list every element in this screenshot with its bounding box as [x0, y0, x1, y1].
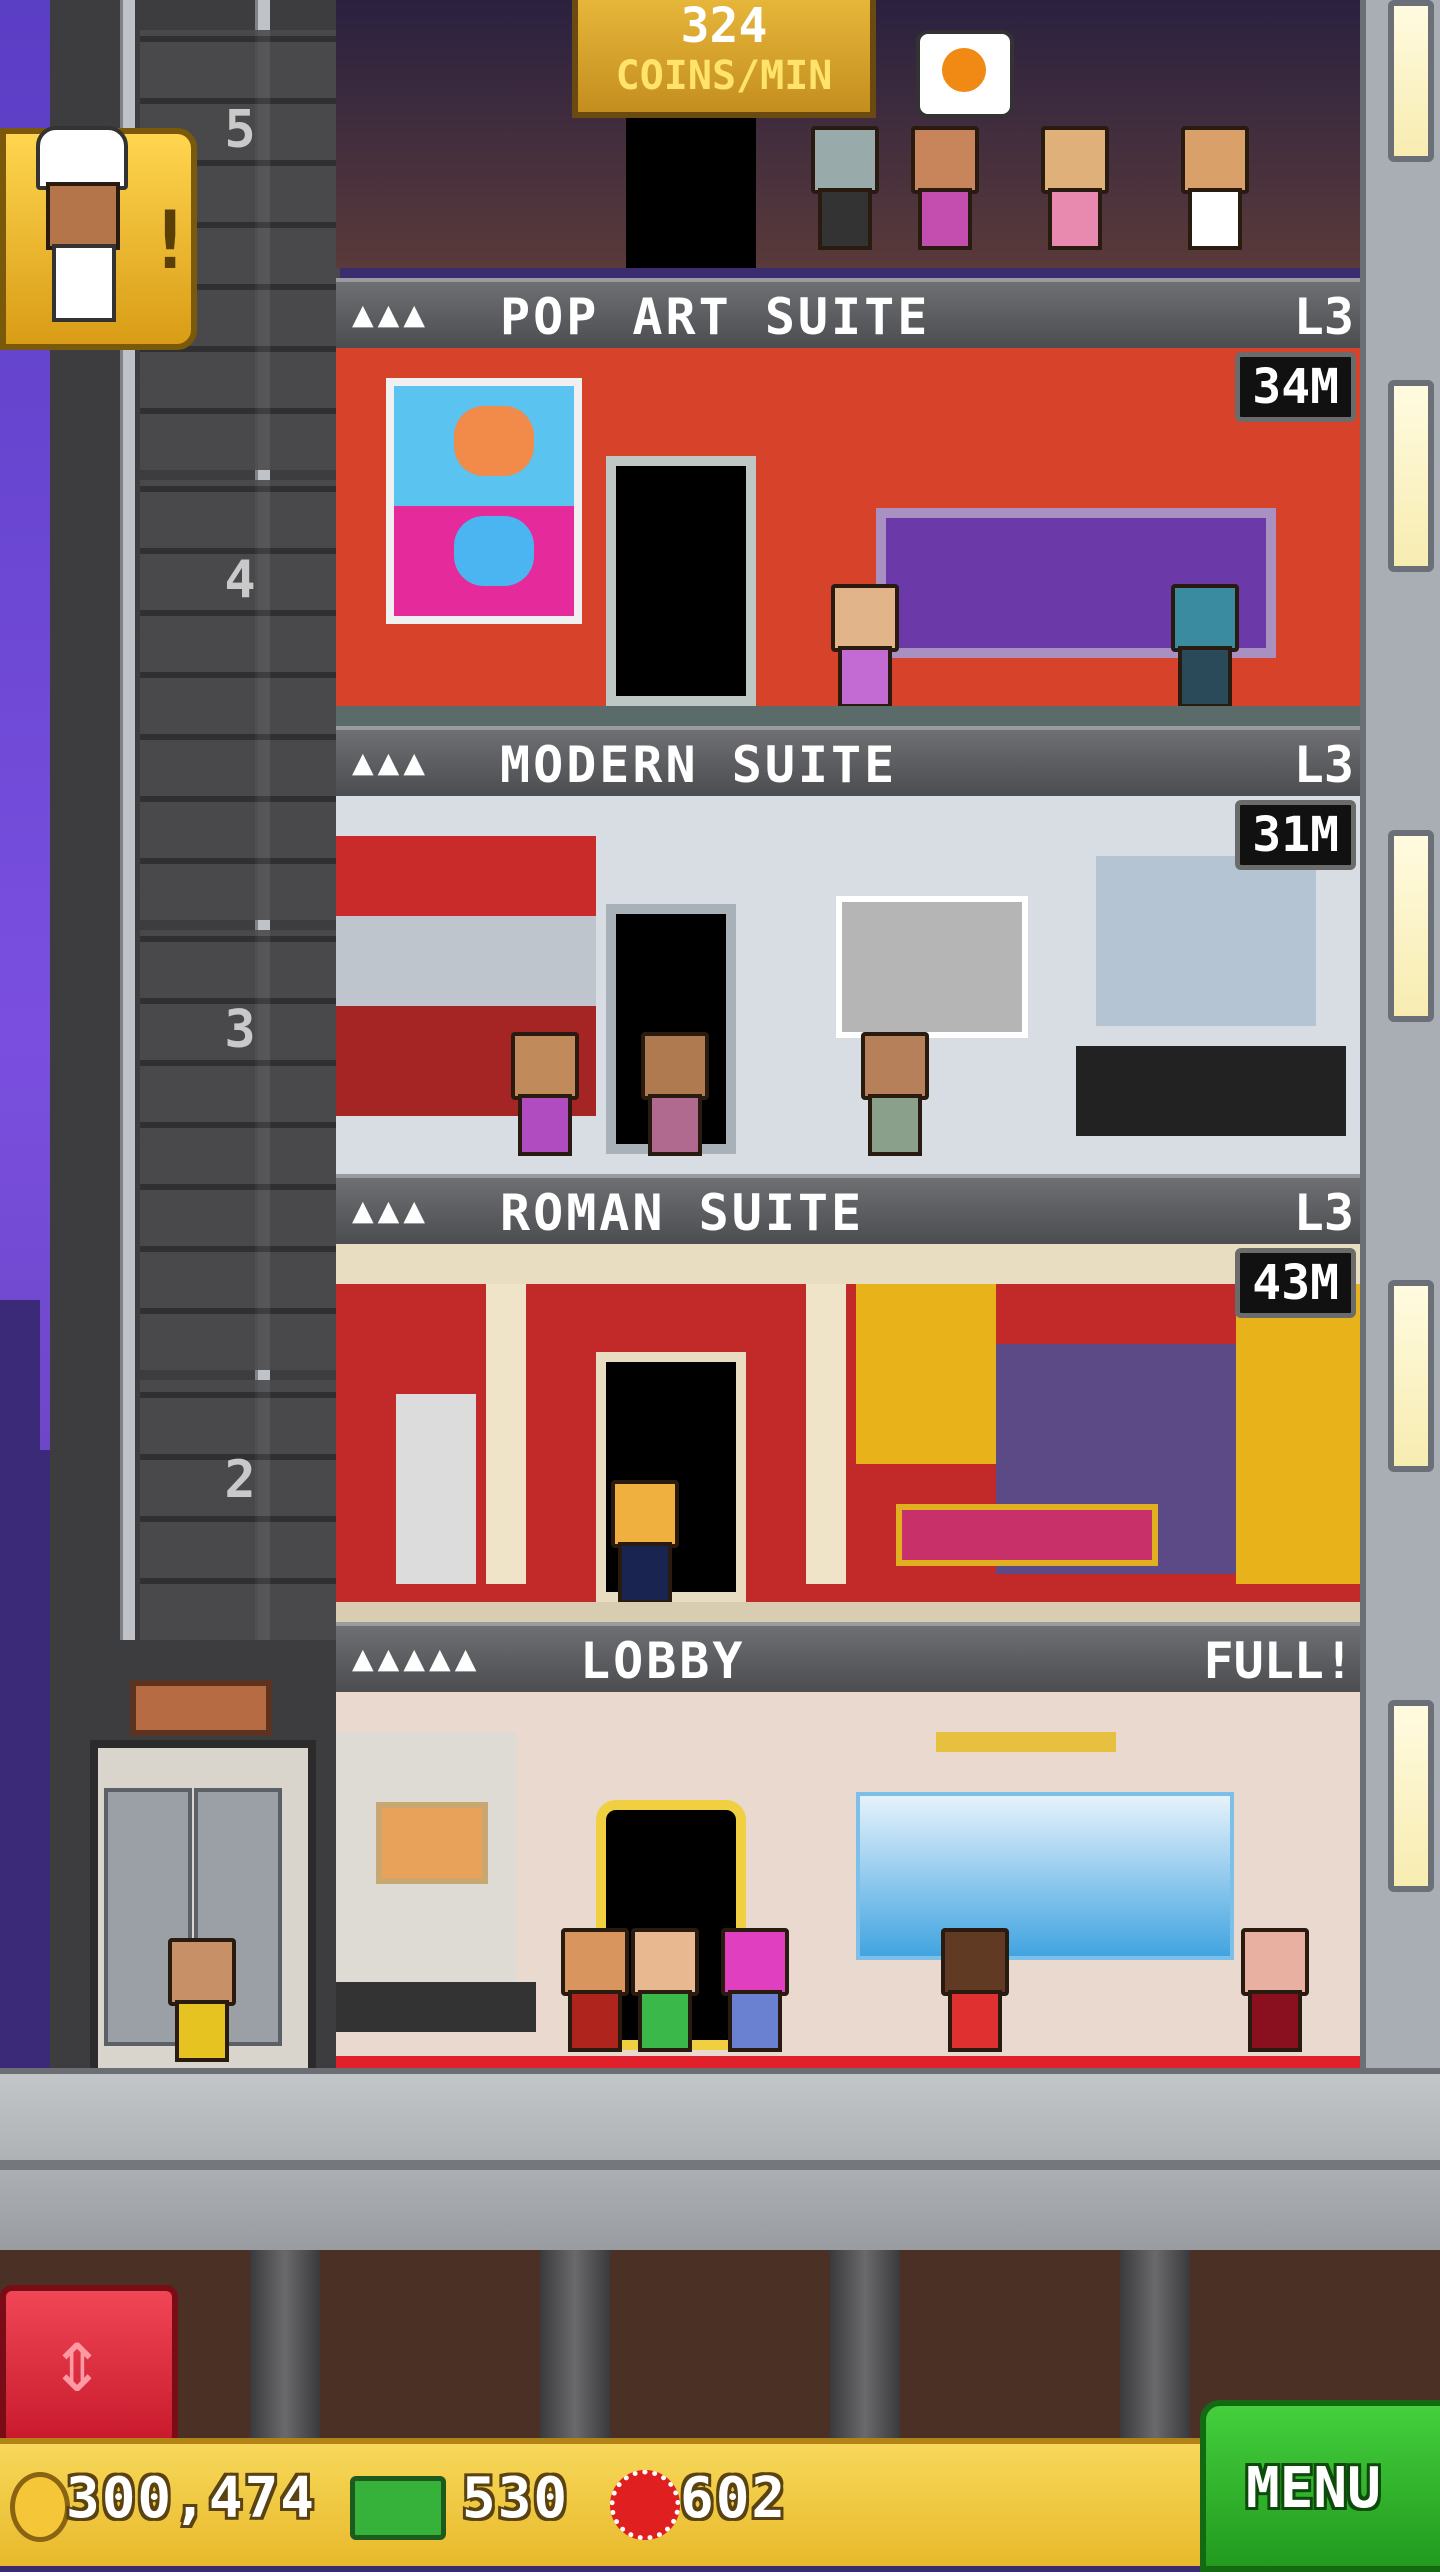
floor-header: ▲▲▲ MODERN SUITE L3 — [336, 726, 1360, 800]
coins-rate-unit: COINS/MIN — [615, 53, 833, 99]
floor-level: L3 — [1293, 736, 1354, 794]
chef-hat-icon — [36, 126, 128, 190]
floor-roman-suite[interactable]: ▲▲▲ ROMAN SUITE L3 43M — [336, 1174, 1360, 1622]
coin-icon — [10, 2472, 70, 2542]
bed — [1076, 1046, 1346, 1136]
menu-button[interactable]: MENU — [1200, 2400, 1440, 2572]
visitor[interactable] — [716, 1928, 789, 2052]
pumpkin-thought-bubble[interactable] — [916, 30, 1014, 118]
lobby-status: FULL! — [1203, 1632, 1354, 1690]
stock-timer: 34M — [1235, 352, 1356, 422]
elevator-rider[interactable] — [163, 1938, 236, 2062]
pop-art-room[interactable] — [336, 348, 1360, 726]
floor-header: ▲▲▲▲▲ LOBBY FULL! — [336, 1622, 1360, 1696]
pumpkin-icon — [942, 48, 986, 92]
modern-room[interactable] — [336, 796, 1360, 1174]
resident[interactable] — [856, 1032, 929, 1156]
menu-label: MENU — [1246, 2456, 1381, 2521]
sunset-painting — [376, 1802, 488, 1884]
resident[interactable] — [826, 584, 899, 708]
floor-pop-art-suite[interactable]: ▲▲▲ POP ART SUITE L3 34M — [336, 278, 1360, 726]
resident[interactable] — [806, 126, 879, 250]
resident[interactable] — [506, 1032, 579, 1156]
resident[interactable] — [1036, 126, 1109, 250]
stock-timer: 31M — [1235, 800, 1356, 870]
resident[interactable] — [606, 1480, 679, 1604]
floor-modern-suite[interactable]: ▲▲▲ MODERN SUITE L3 31M — [336, 726, 1360, 1174]
building-right-wall — [1360, 0, 1440, 2070]
floor-number-5: 5 — [224, 100, 256, 160]
bellhop[interactable] — [556, 1928, 629, 2052]
pop-art-painting — [386, 378, 582, 624]
floor-lobby[interactable]: ▲▲▲▲▲ LOBBY FULL! — [336, 1622, 1360, 2070]
reception-desk — [336, 1982, 536, 2032]
gold-curtain — [856, 1284, 996, 1464]
coins-rate-value: 324 — [680, 0, 768, 54]
aquarium — [856, 1792, 1234, 1960]
modern-art-frame — [836, 896, 1028, 1038]
lobby-room[interactable] — [336, 1692, 1360, 2070]
tower-bux-icon — [350, 2476, 446, 2540]
exclamation-icon: ! — [146, 194, 195, 287]
gems-amount: 602 — [680, 2466, 788, 2531]
roman-room[interactable] — [336, 1244, 1360, 1622]
elevator-motor — [130, 1680, 272, 1736]
floor-name: MODERN SUITE — [500, 736, 898, 794]
chandelier-icon — [936, 1712, 1116, 1772]
occupancy-icons: ▲▲▲ — [352, 294, 430, 335]
floor-header: ▲▲▲ ROMAN SUITE L3 — [336, 1174, 1360, 1248]
chef-coat — [52, 244, 116, 322]
ground-slab — [0, 2068, 1440, 2256]
floor-number-4: 4 — [224, 550, 256, 610]
chaise-lounge — [896, 1504, 1158, 1566]
resident[interactable] — [1176, 126, 1249, 250]
occupancy-icons: ▲▲▲ — [352, 1190, 430, 1231]
floor-header: ▲▲▲ POP ART SUITE L3 — [336, 278, 1360, 352]
visitor[interactable] — [1236, 1928, 1309, 2052]
floor-name: LOBBY — [580, 1632, 746, 1690]
occupancy-icons: ▲▲▲ — [352, 742, 430, 783]
visitor[interactable] — [626, 1928, 699, 2052]
visitor[interactable] — [936, 1928, 1009, 2052]
coins-amount: 300,474 — [66, 2466, 317, 2531]
floor-level: L3 — [1293, 288, 1354, 346]
floor-level: L3 — [1293, 1184, 1354, 1242]
floor-number-2: 2 — [224, 1450, 256, 1510]
elevator-control-button[interactable]: ⇕ — [0, 2285, 178, 2447]
floor-name: POP ART SUITE — [500, 288, 931, 346]
shelf-window — [1096, 856, 1316, 1026]
bux-amount: 530 — [462, 2466, 570, 2531]
coins-per-minute-badge: 324 COINS/MIN — [572, 0, 876, 118]
resident[interactable] — [636, 1032, 709, 1156]
floor-number-3: 3 — [224, 1000, 256, 1060]
occupancy-icons: ▲▲▲▲▲ — [352, 1638, 481, 1679]
up-down-arrows-icon: ⇕ — [50, 2308, 105, 2413]
resident[interactable] — [906, 126, 979, 250]
roman-statue — [396, 1394, 476, 1584]
chef-face — [46, 182, 120, 250]
resident[interactable] — [1166, 584, 1239, 708]
gem-icon — [610, 2470, 680, 2540]
stock-timer: 43M — [1235, 1248, 1356, 1318]
elevator-cab[interactable] — [90, 1740, 316, 2076]
floor-name: ROMAN SUITE — [500, 1184, 865, 1242]
chef-notification-button[interactable]: ! — [0, 126, 197, 350]
